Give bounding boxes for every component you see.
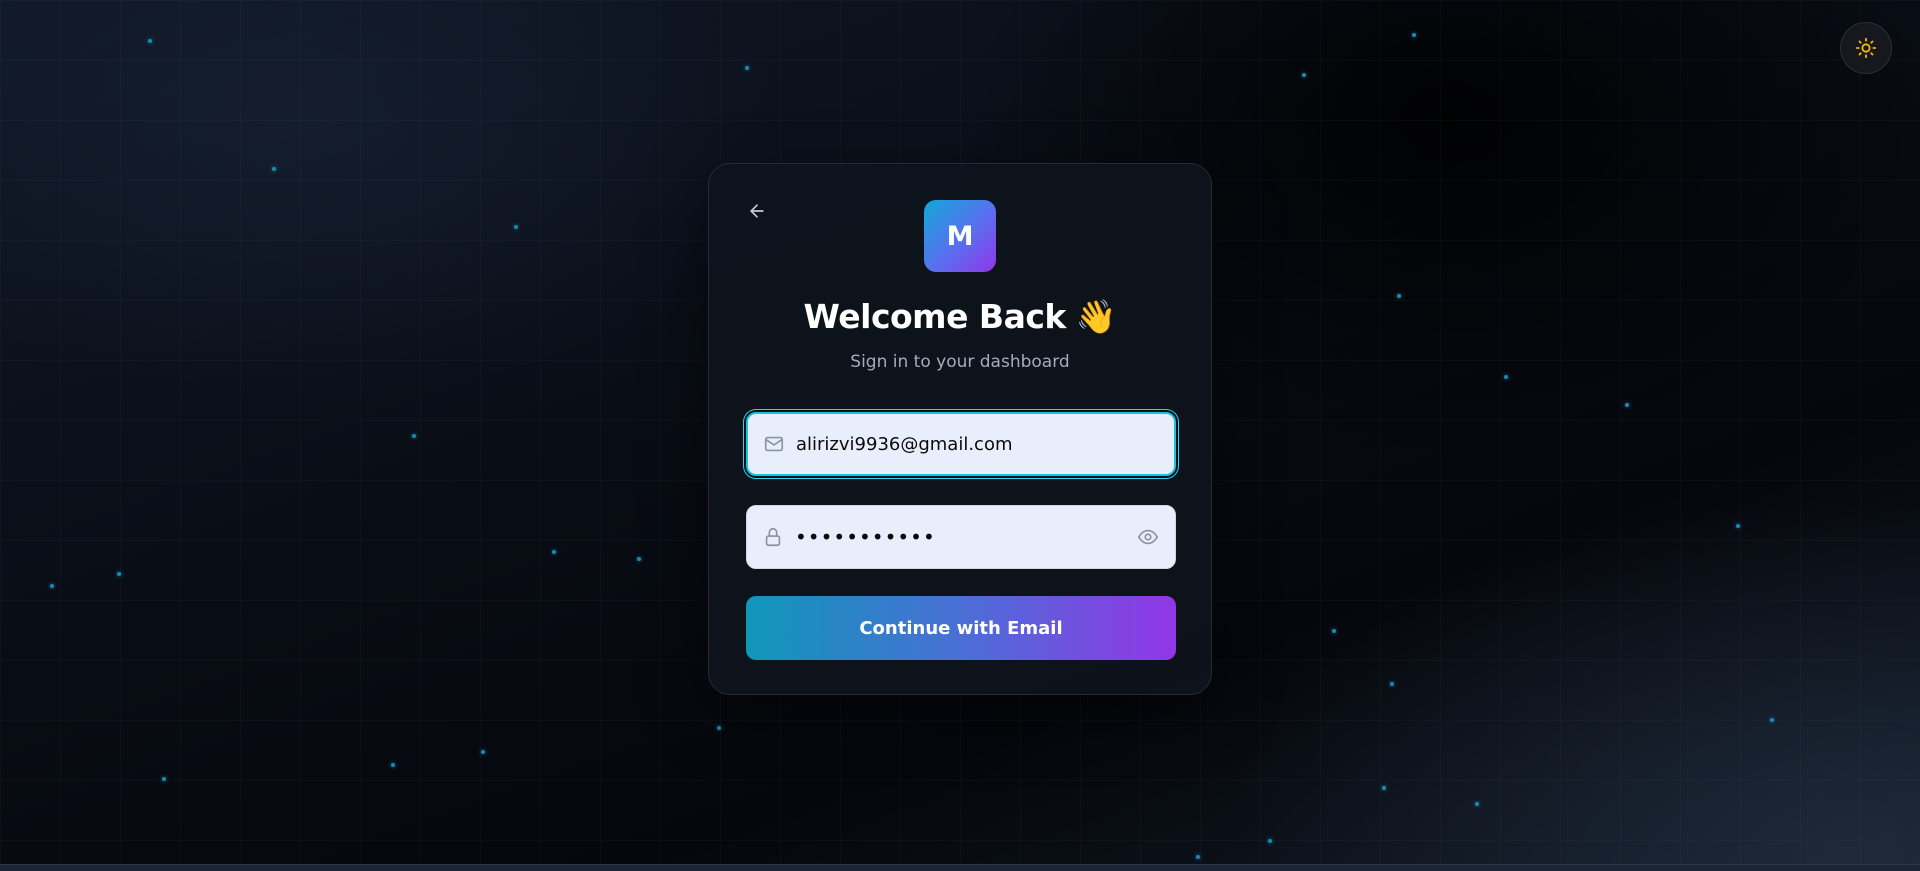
continue-with-email-button[interactable]: Continue with Email xyxy=(746,596,1176,660)
arrow-left-icon xyxy=(750,204,764,218)
email-field[interactable]: alirizvi9936@gmail.com xyxy=(746,412,1176,476)
particle xyxy=(391,763,395,767)
particle xyxy=(637,557,641,561)
particle xyxy=(1196,855,1200,859)
particle xyxy=(1475,802,1479,806)
particle xyxy=(1625,403,1629,407)
particle xyxy=(1736,524,1740,528)
show-password-button[interactable] xyxy=(1135,524,1161,550)
logo-letter: M xyxy=(946,220,974,252)
theme-toggle-button[interactable] xyxy=(1840,22,1892,74)
particle xyxy=(1268,839,1272,843)
particle xyxy=(1397,294,1401,298)
particle xyxy=(1390,682,1394,686)
particle xyxy=(514,225,518,229)
login-card: M Welcome Back 👋 Sign in to your dashboar… xyxy=(708,163,1212,695)
particle xyxy=(1770,718,1774,722)
wave-emoji: 👋 xyxy=(1075,297,1117,336)
password-value[interactable]: ••••••••••• xyxy=(795,525,1135,549)
sun-icon xyxy=(1855,37,1877,59)
particle xyxy=(412,434,416,438)
particle xyxy=(745,66,749,70)
particle xyxy=(272,167,276,171)
particle xyxy=(1504,375,1508,379)
particle xyxy=(117,572,121,576)
particle xyxy=(552,550,556,554)
particle xyxy=(162,777,166,781)
particle xyxy=(148,39,152,43)
eye-icon xyxy=(1138,529,1158,545)
bottom-bar xyxy=(0,864,1920,871)
page-subtitle: Sign in to your dashboard xyxy=(850,352,1070,372)
particle xyxy=(1382,786,1386,790)
page-title: Welcome Back 👋 xyxy=(709,297,1211,337)
particle xyxy=(1412,33,1416,37)
continue-with-email-label: Continue with Email xyxy=(859,617,1063,639)
particle xyxy=(481,750,485,754)
particle xyxy=(717,726,721,730)
back-button[interactable] xyxy=(744,198,770,224)
password-field[interactable]: ••••••••••• xyxy=(746,505,1176,569)
email-value[interactable]: alirizvi9936@gmail.com xyxy=(796,434,1160,455)
particle xyxy=(1302,73,1306,77)
page-title-text: Welcome Back xyxy=(803,297,1067,336)
app-logo: M xyxy=(924,200,996,272)
particle xyxy=(50,584,54,588)
lock-icon xyxy=(761,525,785,549)
mail-icon xyxy=(762,432,786,456)
particle xyxy=(1332,629,1336,633)
